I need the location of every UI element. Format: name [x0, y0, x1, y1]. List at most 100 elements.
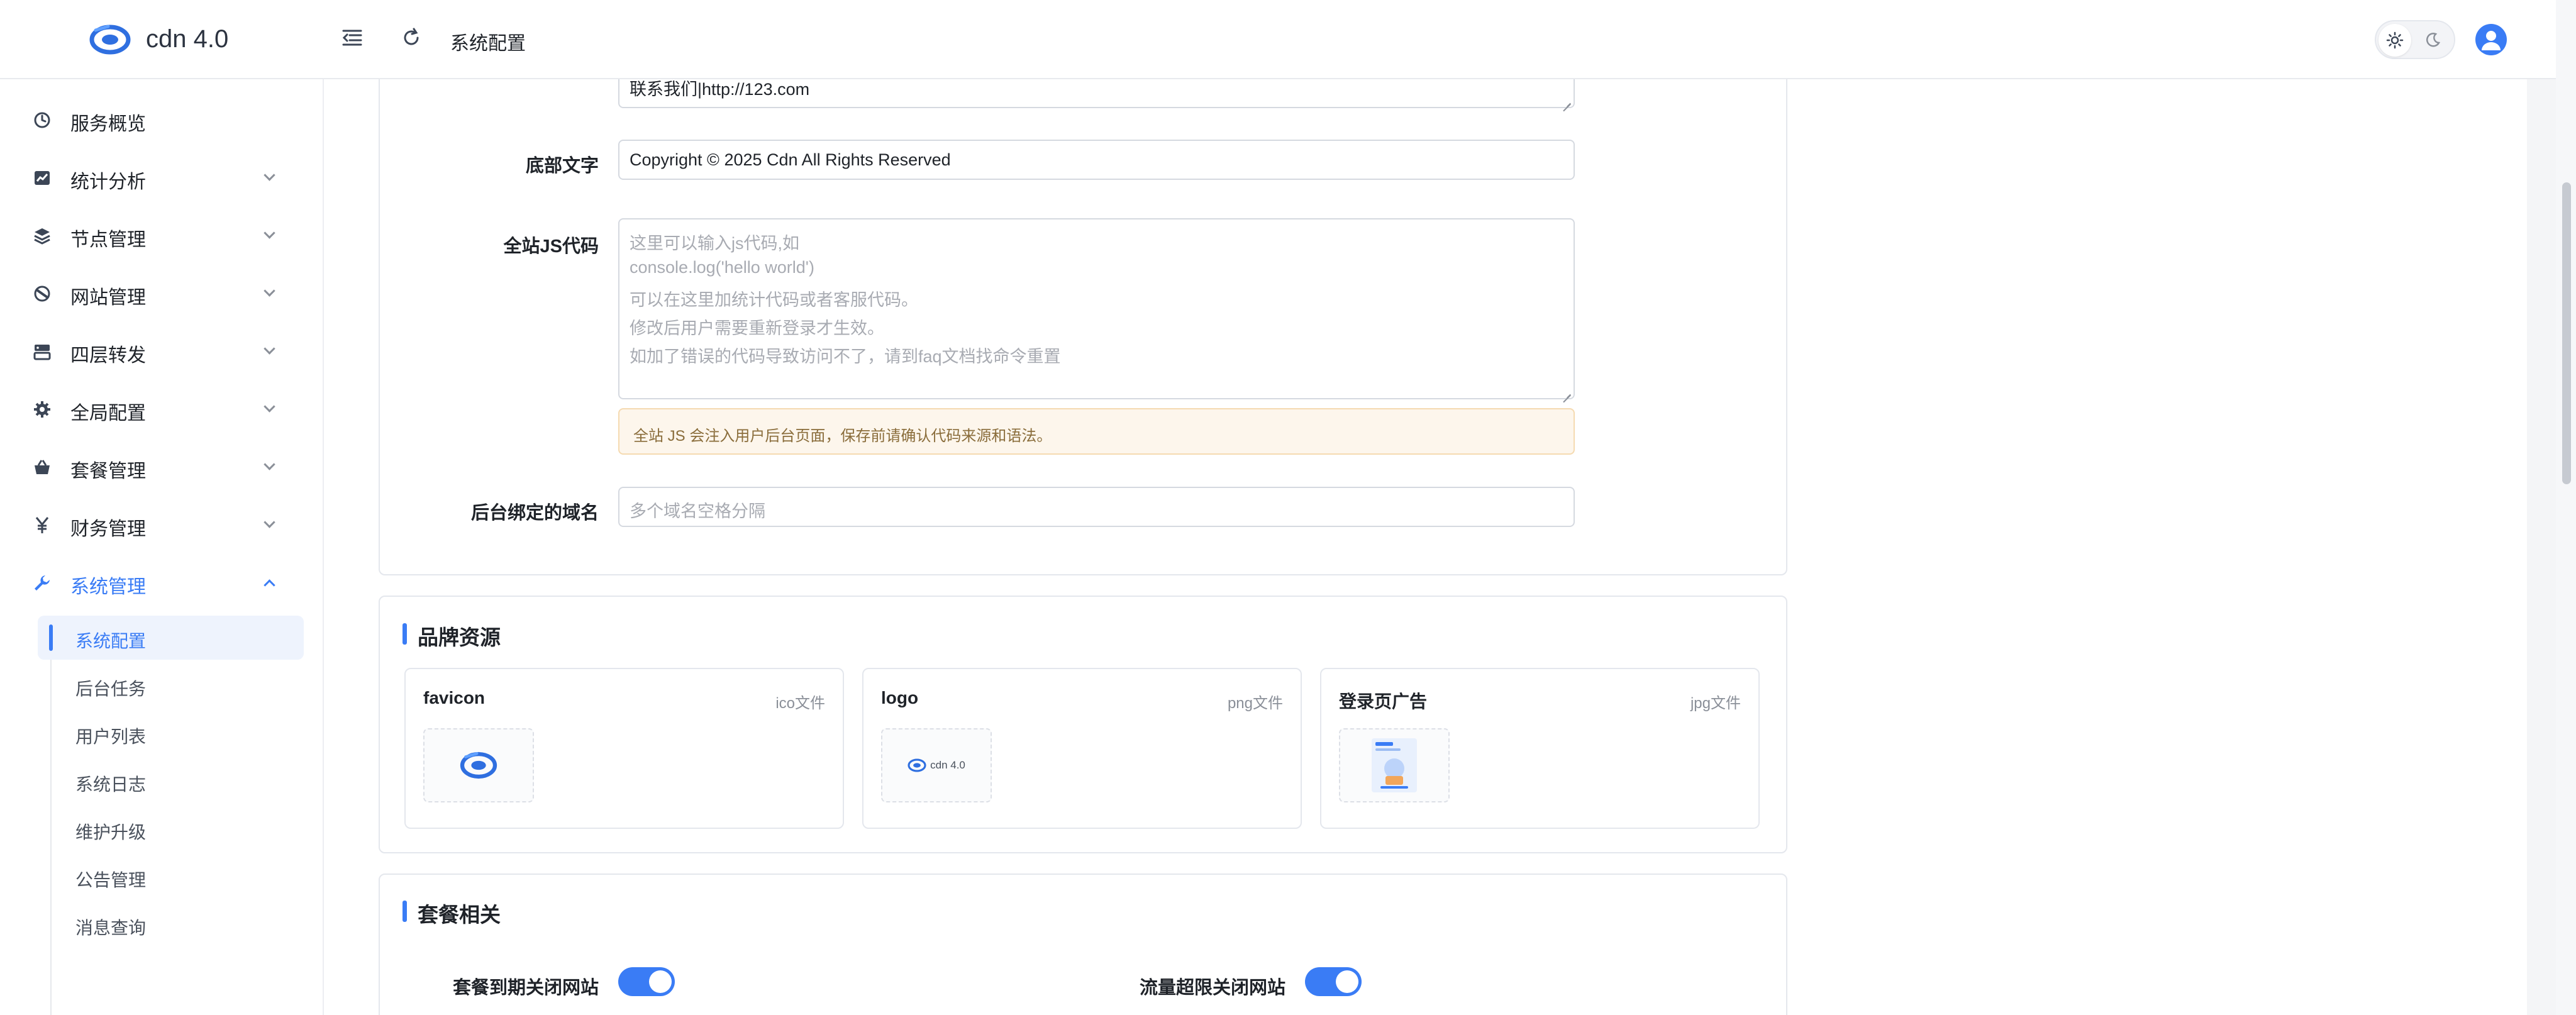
- site-js-textarea[interactable]: 这里可以输入js代码,如 console.log('hello world') …: [618, 218, 1575, 399]
- footer-text-input[interactable]: Copyright © 2025 Cdn All Rights Reserved: [618, 140, 1575, 180]
- js-warning-notice: 全站 JS 会注入用户后台页面，保存前请确认代码来源和语法。: [618, 408, 1575, 455]
- chevron-down-icon: [264, 460, 274, 470]
- submenu-item-user-list[interactable]: 用户列表: [38, 711, 304, 755]
- asset-type: jpg文件: [1690, 695, 1741, 712]
- cdn-logo-icon: [908, 758, 926, 772]
- user-icon: [2482, 31, 2501, 50]
- sidebar-item-packages[interactable]: 套餐管理: [0, 441, 324, 492]
- js-placeholder-line: console.log('hello world'): [630, 258, 814, 277]
- js-placeholder-line: 如加了错误的代码导致访问不了，请到faq文档找命令重置: [630, 347, 1061, 366]
- login-ad-asset-card: 登录页广告 jpg文件: [1320, 668, 1760, 829]
- chevron-down-icon: [264, 345, 274, 355]
- app-root: . . . . . . . . . . . . . 联系我们|http://12…: [0, 0, 2576, 1015]
- logo-upload[interactable]: cdn 4.0: [881, 728, 992, 802]
- footer-text-value: Copyright © 2025 Cdn All Rights Reserved: [630, 150, 951, 169]
- submenu-item-announcements[interactable]: 公告管理: [38, 855, 304, 899]
- sidebar-item-label: 节点管理: [70, 230, 146, 250]
- cdn-logo-icon: [460, 752, 497, 779]
- chevron-down-icon: [264, 171, 274, 181]
- sidebar-item-global-config[interactable]: 全局配置: [0, 384, 324, 434]
- submenu-label: 系统配置: [75, 631, 147, 651]
- cdn-logo-icon: [89, 25, 131, 55]
- bound-domain-placeholder: 多个域名空格分隔: [630, 502, 765, 521]
- chevron-up-icon: [264, 576, 274, 586]
- sidebar-item-label: 系统管理: [70, 577, 146, 597]
- gear-icon: [34, 401, 50, 418]
- expire-close-site-switch[interactable]: [618, 967, 675, 996]
- sun-icon[interactable]: [2379, 24, 2411, 57]
- moon-icon[interactable]: [2419, 26, 2446, 54]
- globe-icon: [34, 286, 50, 302]
- sidebar: 服务概览 统计分析 节点管理 网站管理 四层转发 全局配置 套餐管理 财务管理 …: [0, 0, 324, 1015]
- asset-name: 登录页广告: [1339, 692, 1428, 711]
- page-scrollbar-thumb[interactable]: [2562, 182, 2571, 484]
- chevron-down-icon: [264, 287, 274, 297]
- bound-domain-input[interactable]: 多个域名空格分隔: [618, 487, 1575, 527]
- site-js-label: 全站JS代码: [503, 236, 599, 257]
- yuan-icon: [35, 517, 49, 533]
- login-ad-image-icon: [1372, 738, 1417, 792]
- submenu-item-system-logs[interactable]: 系统日志: [38, 759, 304, 803]
- top-header: cdn 4.0 系统配置: [0, 0, 2556, 79]
- user-avatar[interactable]: [2475, 24, 2507, 55]
- switch-knob: [649, 970, 672, 993]
- footer-text-label: 底部文字: [525, 156, 599, 176]
- collapse-menu-icon[interactable]: [341, 26, 364, 49]
- submenu-item-system-config[interactable]: 系统配置: [38, 616, 304, 660]
- package-section-title: 套餐相关: [402, 898, 501, 928]
- sidebar-item-label: 四层转发: [70, 345, 146, 366]
- expire-close-site-label: 套餐到期关闭网站: [452, 978, 599, 998]
- refresh-icon[interactable]: [400, 26, 423, 49]
- sidebar-item-nodes[interactable]: 节点管理: [0, 210, 324, 260]
- wrench-icon: [35, 575, 50, 591]
- logo-thumb-text: cdn 4.0: [930, 759, 965, 771]
- layers-icon: [34, 228, 50, 245]
- sidebar-item-label: 统计分析: [70, 172, 146, 192]
- submenu-label: 系统日志: [75, 775, 147, 794]
- chart-icon: [35, 171, 50, 185]
- app-title: cdn 4.0: [146, 25, 229, 53]
- sidebar-item-l4-forward[interactable]: 四层转发: [0, 326, 324, 376]
- sidebar-item-finance[interactable]: 财务管理: [0, 499, 324, 550]
- chevron-down-icon: [264, 229, 274, 239]
- chevron-down-icon: [264, 518, 274, 528]
- sidebar-item-label: 全局配置: [70, 403, 146, 424]
- traffic-close-site-switch[interactable]: [1305, 967, 1362, 996]
- submenu-label: 消息查询: [75, 918, 147, 938]
- dashboard-icon: [34, 112, 50, 128]
- sidebar-item-label: 网站管理: [70, 287, 146, 308]
- submenu-item-background-tasks[interactable]: 后台任务: [38, 663, 304, 707]
- resize-handle-icon[interactable]: [1562, 96, 1571, 104]
- sidebar-item-websites[interactable]: 网站管理: [0, 268, 324, 318]
- sidebar-item-system[interactable]: 系统管理: [0, 557, 324, 607]
- favicon-upload[interactable]: [423, 728, 534, 802]
- asset-type: ico文件: [775, 695, 825, 712]
- bound-domain-label: 后台绑定的域名: [470, 503, 599, 523]
- sidebar-item-label: 财务管理: [70, 519, 146, 540]
- server-icon: [33, 345, 51, 360]
- asset-name: logo: [881, 688, 919, 707]
- login-ad-upload[interactable]: [1339, 728, 1450, 802]
- submenu-item-maintenance[interactable]: 维护升级: [38, 807, 304, 851]
- submenu-label: 用户列表: [75, 727, 147, 746]
- sidebar-item-statistics[interactable]: 统计分析: [0, 152, 324, 202]
- switch-knob: [1336, 970, 1358, 993]
- chevron-down-icon: [264, 402, 274, 413]
- sidebar-item-label: 服务概览: [70, 114, 146, 135]
- asset-name: favicon: [423, 688, 486, 707]
- theme-toggle[interactable]: [2375, 20, 2455, 59]
- js-placeholder-line: 修改后用户需要重新登录才生效。: [630, 319, 884, 338]
- logo-asset-card: logo png文件 cdn 4.0: [862, 668, 1302, 829]
- submenu-label: 维护升级: [75, 823, 147, 842]
- submenu-item-messages[interactable]: 消息查询: [38, 902, 304, 946]
- js-placeholder-line: 这里可以输入js代码,如: [630, 234, 799, 253]
- js-placeholder-line: 可以在这里加统计代码或者客服代码。: [630, 291, 918, 309]
- submenu-label: 公告管理: [75, 870, 147, 890]
- resize-handle-icon[interactable]: [1562, 387, 1571, 396]
- sidebar-item-label: 套餐管理: [70, 461, 146, 482]
- traffic-close-site-label: 流量超限关闭网站: [1139, 978, 1285, 998]
- sidebar-item-dashboard[interactable]: 服务概览: [0, 94, 324, 145]
- page-scrollbar-track[interactable]: [2556, 0, 2576, 1015]
- breadcrumb: 系统配置: [450, 33, 526, 54]
- basket-icon: [35, 460, 50, 474]
